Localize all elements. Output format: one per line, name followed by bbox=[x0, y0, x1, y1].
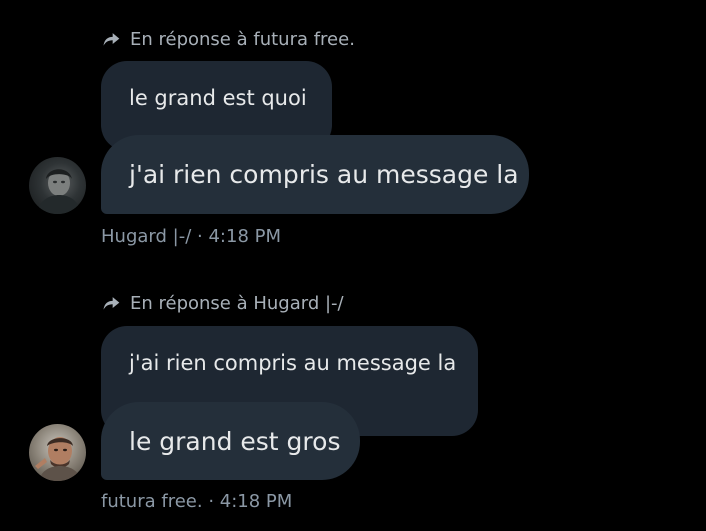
message-metadata: futura free. · 4:18 PM bbox=[101, 491, 292, 512]
user-avatar-hugard[interactable] bbox=[29, 157, 86, 214]
message-time: 4:18 PM bbox=[208, 226, 281, 247]
avatar-photo-icon bbox=[35, 437, 81, 481]
author-name: Hugard |-/ bbox=[101, 226, 192, 247]
message-time: 4:18 PM bbox=[219, 491, 293, 512]
message-metadata: Hugard |-/ · 4:18 PM bbox=[101, 226, 281, 247]
user-avatar-futura[interactable] bbox=[29, 424, 86, 481]
message-bubble[interactable]: le grand est gros bbox=[101, 402, 360, 480]
meta-separator: · bbox=[197, 226, 203, 247]
quoted-message-text: le grand est quoi bbox=[129, 86, 307, 110]
meta-separator: · bbox=[208, 491, 215, 512]
reply-to-label: En réponse à futura free. bbox=[130, 28, 355, 50]
reply-indicator: En réponse à futura free. bbox=[100, 27, 355, 51]
message-text: j'ai rien compris au message la bbox=[129, 160, 519, 189]
quoted-message-text: j'ai rien compris au message la bbox=[129, 351, 457, 375]
reply-to-label: En réponse à Hugard |-/ bbox=[130, 292, 344, 314]
author-name: futura free. bbox=[101, 491, 203, 512]
reply-arrow-icon bbox=[103, 297, 120, 310]
message-text: le grand est gros bbox=[129, 426, 341, 456]
avatar-photo-icon bbox=[37, 169, 81, 214]
dm-conversation: En réponse à futura free. le grand est q… bbox=[0, 0, 706, 531]
reply-arrow-icon bbox=[103, 33, 120, 46]
reply-indicator: En réponse à Hugard |-/ bbox=[100, 291, 344, 315]
message-bubble[interactable]: j'ai rien compris au message la bbox=[101, 135, 529, 214]
